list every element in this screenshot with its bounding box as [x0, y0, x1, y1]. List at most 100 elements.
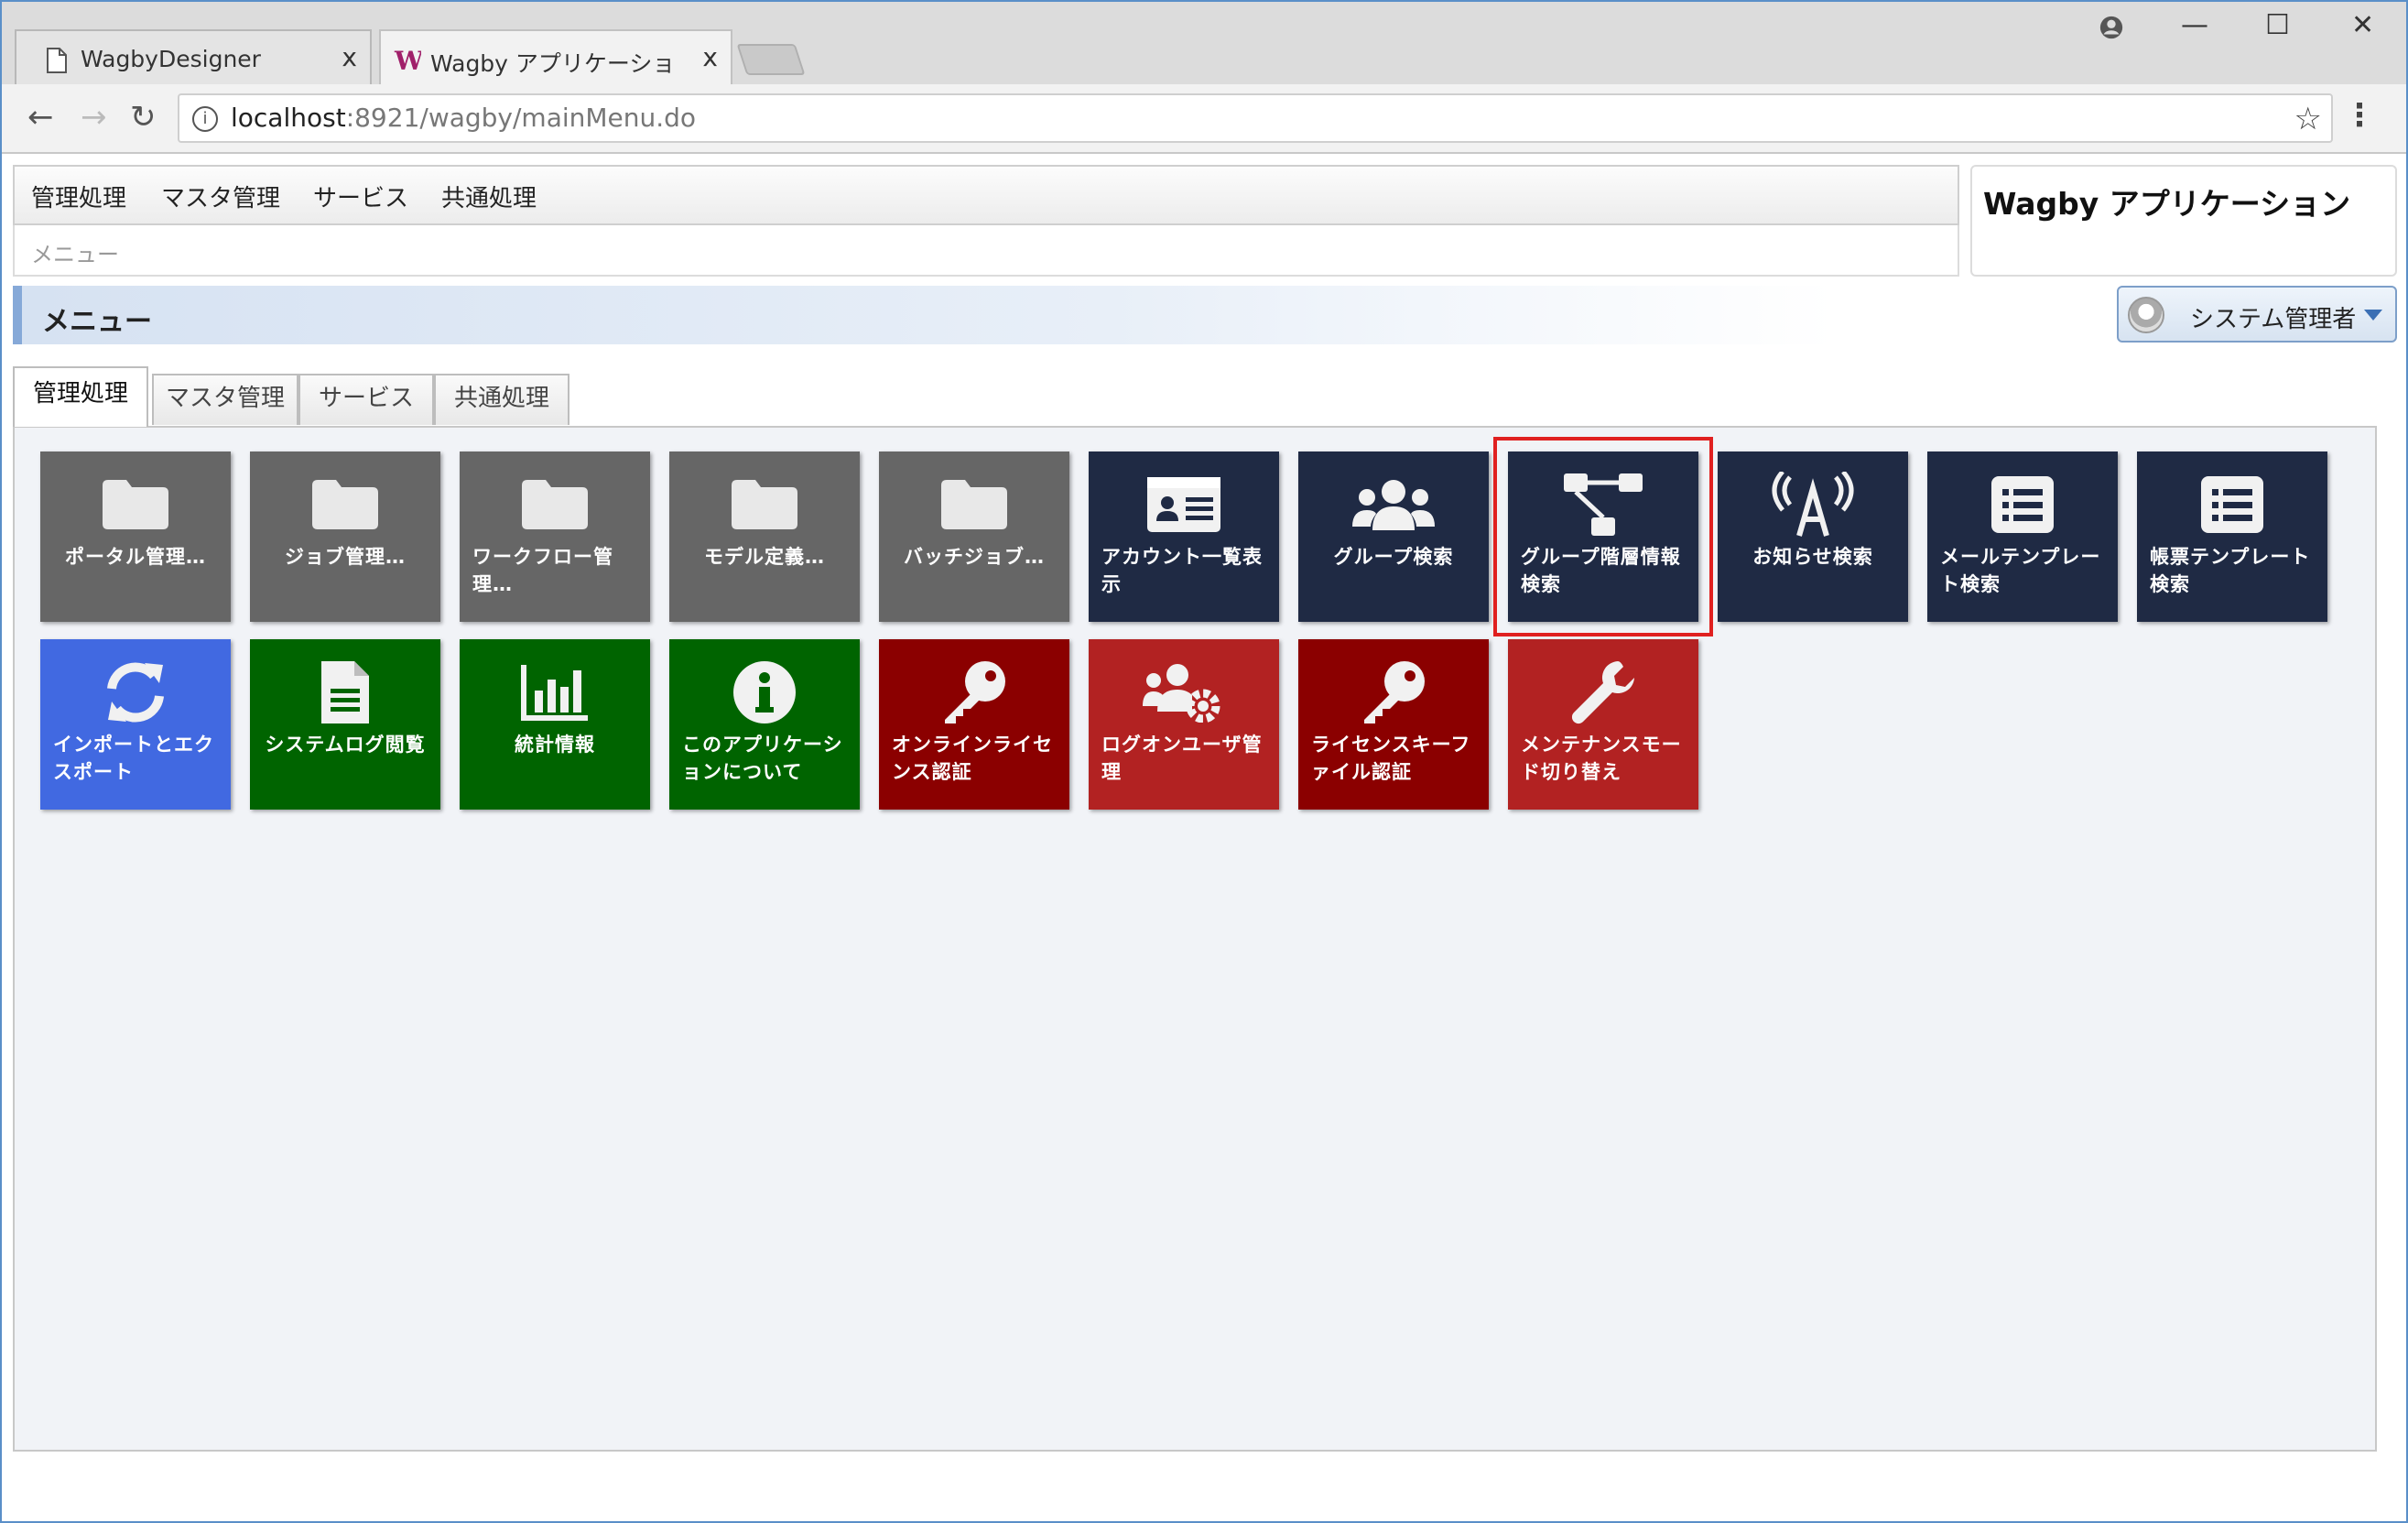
id-card-icon — [1089, 468, 1279, 541]
info-icon[interactable]: i — [192, 106, 218, 132]
menu-tile[interactable]: メールテンプレート検索 — [1927, 451, 2118, 622]
menu-tile[interactable]: お知らせ検索 — [1718, 451, 1908, 622]
menu-tile[interactable]: オンラインライセンス認証 — [879, 639, 1069, 810]
menu-tile[interactable]: ログオンユーザ管理 — [1089, 639, 1279, 810]
bookmark-star-icon[interactable]: ☆ — [2294, 101, 2322, 137]
browser-window: WagbyDesigner x W Wagby アプリケーション メニュー x … — [0, 0, 2408, 1523]
back-icon[interactable]: ← — [27, 101, 54, 134]
menu-tile[interactable]: システムログ閲覧 — [250, 639, 440, 810]
menu-tile[interactable]: ポータル管理… — [40, 451, 231, 622]
browser-tab-title: Wagby アプリケーション メニュー — [430, 50, 678, 77]
menu-item-kanri[interactable]: 管理処理 — [31, 179, 126, 213]
menu-item-service[interactable]: サービス — [313, 179, 408, 213]
menu-tile[interactable]: ジョブ管理… — [250, 451, 440, 622]
menu-tile[interactable]: バッチジョブ… — [879, 451, 1069, 622]
folder-icon — [40, 468, 231, 541]
menu-tile-label: アカウント一覧表示 — [1101, 546, 1263, 595]
tab-kanri[interactable]: 管理処理 — [13, 366, 148, 427]
menu-tile-label: ライセンスキーファイル認証 — [1311, 734, 1471, 783]
url-field[interactable]: i localhost:8921/wagby/mainMenu.do ☆ — [178, 93, 2333, 143]
menu-tile-label: 統計情報 — [515, 734, 595, 756]
page-icon — [47, 48, 67, 73]
browser-tab-wagbydesigner[interactable]: WagbyDesigner x — [15, 29, 372, 84]
breadcrumb: メニュー — [13, 225, 1959, 277]
menu-tile-label: オンラインライセンス認証 — [892, 734, 1053, 783]
document-icon — [250, 656, 440, 729]
forward-icon[interactable]: → — [81, 101, 107, 134]
avatar-icon — [2128, 297, 2164, 333]
sitemap-icon — [1508, 468, 1698, 541]
folder-icon — [250, 468, 440, 541]
menu-tile[interactable]: メンテナンスモード切り替え — [1508, 639, 1698, 810]
url-path: :8921/wagby/mainMenu.do — [345, 103, 697, 133]
browser-tab-wagby-menu[interactable]: W Wagby アプリケーション メニュー x — [379, 29, 732, 84]
menu-tile[interactable]: モデル定義… — [669, 451, 860, 622]
key-icon — [1298, 656, 1489, 729]
top-menu-bar: 管理処理 マスタ管理 サービス 共通処理 — [13, 165, 1959, 225]
menu-tile[interactable]: グループ検索 — [1298, 451, 1489, 622]
list-icon — [1927, 468, 2118, 541]
wrench-icon — [1508, 656, 1698, 729]
menu-tile[interactable]: グループ階層情報検索 — [1508, 451, 1698, 622]
dropdown-arrow-icon — [2364, 310, 2382, 321]
tab-common[interactable]: 共通処理 — [434, 374, 569, 425]
menu-tile-label: メンテナンスモード切り替え — [1521, 734, 1682, 783]
menu-tile-label: 帳票テンプレート検索 — [2150, 546, 2311, 595]
url-host: localhost — [231, 103, 346, 133]
address-bar: ← → ↻ i localhost:8921/wagby/mainMenu.do… — [2, 84, 2406, 154]
maximize-button[interactable]: ☐ — [2265, 9, 2290, 41]
menu-item-master[interactable]: マスタ管理 — [161, 179, 280, 213]
menu-tile-label: お知らせ検索 — [1752, 546, 1873, 568]
users-cog-icon — [1089, 656, 1279, 729]
account-icon[interactable] — [2099, 15, 2124, 40]
menu-tile[interactable]: インポートとエクスポート — [40, 639, 231, 810]
menu-tile-label: グループ検索 — [1333, 546, 1454, 568]
more-menu-icon[interactable]: ⋮ — [2344, 97, 2375, 134]
menu-tile-label: グループ階層情報検索 — [1521, 546, 1681, 595]
close-tab-icon[interactable]: x — [702, 42, 718, 72]
url-text[interactable]: localhost:8921/wagby/mainMenu.do — [231, 103, 696, 133]
menu-tile-label: このアプリケーションについて — [682, 734, 843, 783]
menu-tile[interactable]: 統計情報 — [460, 639, 650, 810]
key-icon — [879, 656, 1069, 729]
svg-text:W: W — [394, 48, 421, 73]
bar-chart-icon — [460, 656, 650, 729]
folder-icon — [879, 468, 1069, 541]
close-tab-icon[interactable]: x — [342, 42, 357, 72]
menu-tile-label: ワークフロー管理… — [472, 546, 613, 595]
menu-tile[interactable]: ワークフロー管理… — [460, 451, 650, 622]
tile-panel: ポータル管理… ジョブ管理… ワークフロー管理… モデル定義… バッチジョブ… アカウント… — [13, 426, 2377, 1452]
minimize-button[interactable]: — — [2181, 9, 2208, 41]
menu-tile[interactable]: 帳票テンプレート検索 — [2137, 451, 2327, 622]
tab-service[interactable]: サービス — [298, 374, 434, 425]
menu-tile-label: ポータル管理… — [65, 546, 206, 568]
browser-tab-title: WagbyDesigner — [81, 46, 261, 72]
users-icon — [1298, 468, 1489, 541]
browser-tab-bar: WagbyDesigner x W Wagby アプリケーション メニュー x … — [2, 2, 2406, 84]
refresh-icon — [40, 656, 231, 729]
menu-tile[interactable]: ライセンスキーファイル認証 — [1298, 639, 1489, 810]
menu-tile-label: モデル定義… — [704, 546, 825, 568]
menu-tile-label: バッチジョブ… — [904, 546, 1045, 568]
tab-master[interactable]: マスタ管理 — [152, 374, 298, 425]
app-title-box: Wagby アプリケーション — [1970, 165, 2397, 277]
page-title: メニュー — [42, 306, 152, 338]
info-icon — [669, 656, 860, 729]
menu-tile-label: メールテンプレート検索 — [1940, 546, 2101, 595]
menu-tile-label: ジョブ管理… — [285, 546, 406, 568]
menu-tile-label: インポートとエクスポート — [53, 734, 214, 783]
folder-icon — [669, 468, 860, 541]
menu-tile-label: システムログ閲覧 — [265, 734, 426, 756]
menu-tile-label: ログオンユーザ管理 — [1101, 734, 1263, 783]
broadcast-icon — [1718, 468, 1908, 541]
reload-icon[interactable]: ↻ — [130, 101, 157, 134]
new-tab-button[interactable] — [736, 44, 806, 75]
folder-icon — [460, 468, 650, 541]
wagby-logo-icon: W — [394, 48, 421, 73]
menu-item-common[interactable]: 共通処理 — [441, 179, 537, 213]
user-menu-button[interactable]: システム管理者 — [2117, 286, 2397, 343]
user-name: システム管理者 — [2190, 306, 2357, 333]
menu-tile[interactable]: このアプリケーションについて — [669, 639, 860, 810]
menu-tile[interactable]: アカウント一覧表示 — [1089, 451, 1279, 622]
close-window-button[interactable]: ✕ — [2351, 9, 2374, 41]
